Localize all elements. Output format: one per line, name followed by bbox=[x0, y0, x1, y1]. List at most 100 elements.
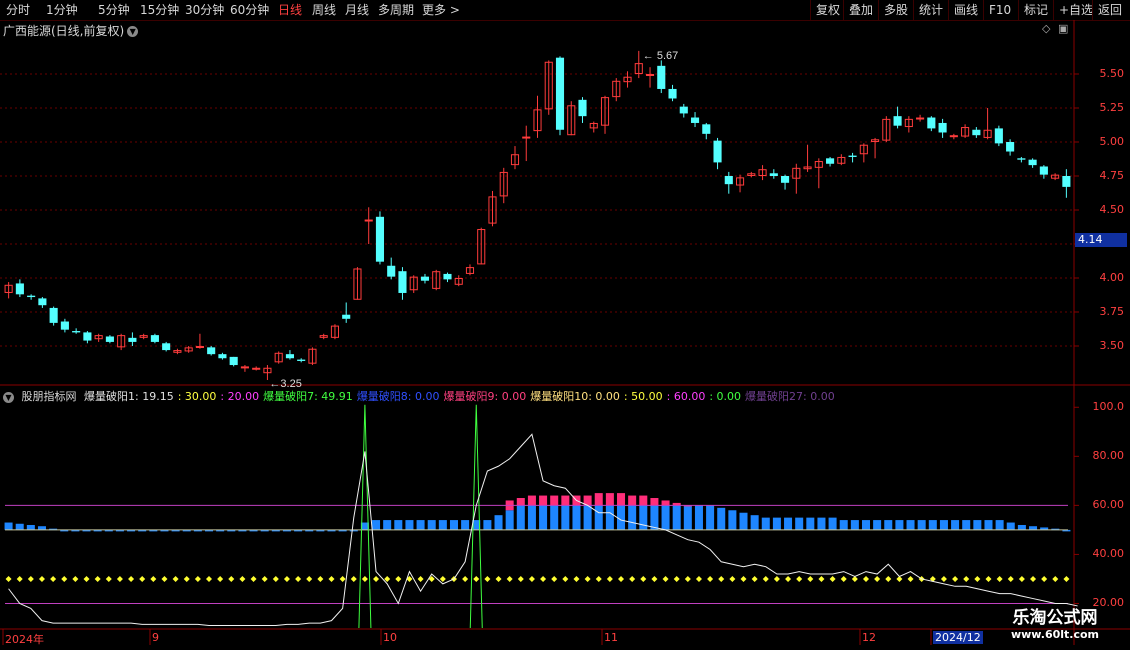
indicator-yellow-dot bbox=[584, 575, 591, 582]
indicator-yellow-dot bbox=[606, 575, 613, 582]
candle-body bbox=[1006, 142, 1015, 152]
indicator-blue-bar bbox=[761, 517, 770, 530]
indicator-tick-label: 100.0 bbox=[1092, 400, 1125, 414]
indicator-value: 爆量破阳8: 0.00 bbox=[356, 390, 440, 403]
indicator-yellow-dot bbox=[996, 575, 1003, 582]
indicator-blue-bar bbox=[550, 505, 559, 530]
candle-body bbox=[27, 295, 36, 298]
indicator-blue-bar bbox=[895, 520, 904, 530]
indicator-yellow-dot bbox=[940, 575, 947, 582]
indicator-yellow-dot bbox=[1041, 575, 1048, 582]
date-tick-label: 9 bbox=[152, 631, 159, 644]
indicator-yellow-dot bbox=[729, 575, 736, 582]
indicator-yellow-dot bbox=[1063, 575, 1070, 582]
indicator-yellow-dot bbox=[462, 575, 469, 582]
current-price-tag: 4.14 bbox=[1075, 233, 1127, 247]
stock-chart[interactable]: ← 5.67←3.25 bbox=[0, 0, 1130, 650]
candle-body bbox=[364, 219, 373, 222]
candle-body bbox=[690, 117, 700, 123]
candle-body bbox=[724, 176, 733, 185]
indicator-yellow-dot bbox=[618, 575, 625, 582]
indicator-blue-bar bbox=[772, 517, 781, 530]
candle-body bbox=[229, 356, 238, 366]
candle-body bbox=[679, 106, 688, 114]
indicator-value: 爆量破阳1: 19.15 bbox=[84, 390, 174, 403]
indicator-yellow-dot bbox=[150, 575, 157, 582]
indicator-blue-bar bbox=[516, 505, 525, 530]
indicator-blue-bar bbox=[4, 522, 13, 530]
indicator-blue-bar bbox=[461, 520, 470, 530]
price-tick-label: 4.00 bbox=[1099, 271, 1125, 284]
indicator-pink-bar bbox=[628, 495, 637, 506]
indicator-blue-bar bbox=[650, 505, 659, 530]
indicator-yellow-dot bbox=[651, 575, 658, 582]
indicator-yellow-dot bbox=[16, 575, 23, 582]
indicator-tick-label: 60.00 bbox=[1092, 498, 1125, 512]
candle-body bbox=[297, 359, 306, 361]
indicator-blue-bar bbox=[561, 505, 570, 530]
candle-body bbox=[555, 57, 565, 130]
indicator-yellow-dot bbox=[27, 575, 34, 582]
indicator-tick-label: 40.00 bbox=[1092, 547, 1125, 561]
candle-body bbox=[1017, 158, 1026, 160]
indicator-value: : 20.00 bbox=[220, 390, 260, 403]
indicator-yellow-dot bbox=[239, 575, 246, 582]
indicator-yellow-dot bbox=[317, 575, 324, 582]
indicator-yellow-dot bbox=[350, 575, 357, 582]
indicator-yellow-dot bbox=[807, 575, 814, 582]
price-tick-label: 5.50 bbox=[1099, 67, 1125, 80]
indicator-blue-bar bbox=[15, 523, 24, 530]
indicator-blue-bar bbox=[449, 520, 458, 530]
indicator-pink-bar bbox=[527, 495, 536, 506]
candle-body bbox=[668, 88, 677, 99]
indicator-blue-bar bbox=[1029, 526, 1038, 530]
indicator-blue-bar bbox=[639, 505, 648, 530]
indicator-blue-bar bbox=[628, 505, 637, 530]
indicator-blue-bar bbox=[984, 520, 993, 530]
indicator-yellow-dot bbox=[283, 575, 290, 582]
indicator-chevron-icon[interactable]: ▼ bbox=[3, 392, 14, 403]
indicator-yellow-dot bbox=[874, 575, 881, 582]
indicator-value: 爆量破阳27: 0.00 bbox=[745, 390, 835, 403]
indicator-header[interactable]: ▼ 股朋指标网 爆量破阳1: 19.15: 30.00: 20.00 爆量破阳7:… bbox=[3, 388, 843, 404]
candle-body bbox=[342, 314, 351, 319]
indicator-yellow-dot bbox=[740, 575, 747, 582]
indicator-blue-bar bbox=[706, 505, 715, 530]
indicator-yellow-dot bbox=[629, 575, 636, 582]
candle-body bbox=[15, 283, 24, 295]
indicator-yellow-dot bbox=[5, 575, 12, 582]
indicator-blue-bar bbox=[806, 517, 815, 530]
candle-body bbox=[150, 335, 159, 342]
candle-body bbox=[128, 337, 137, 342]
candle-body bbox=[893, 116, 902, 126]
indicator-pink-bar bbox=[516, 498, 525, 506]
indicator-blue-bar bbox=[572, 505, 581, 530]
indicator-blue-bar bbox=[1017, 524, 1026, 530]
indicator-yellow-dot bbox=[484, 575, 491, 582]
indicator-yellow-dot bbox=[840, 575, 847, 582]
price-tick-label: 4.75 bbox=[1099, 169, 1125, 182]
candle-body bbox=[420, 276, 430, 281]
indicator-blue-bar bbox=[817, 517, 826, 530]
indicator-yellow-dot bbox=[762, 575, 769, 582]
indicator-blue-bar bbox=[828, 517, 837, 530]
indicator-yellow-dot bbox=[206, 575, 213, 582]
candle-body bbox=[38, 298, 47, 306]
indicator-yellow-dot bbox=[328, 575, 335, 582]
candle-body bbox=[218, 354, 227, 359]
indicator-blue-bar bbox=[850, 520, 859, 530]
indicator-yellow-dot bbox=[952, 575, 959, 582]
indicator-yellow-dot bbox=[261, 575, 268, 582]
candle-body bbox=[49, 307, 58, 323]
indicator-yellow-dot bbox=[562, 575, 569, 582]
indicator-yellow-dot bbox=[373, 575, 380, 582]
indicator-blue-bar bbox=[372, 520, 381, 530]
candle-body bbox=[83, 332, 92, 341]
indicator-blue-bar bbox=[661, 505, 670, 530]
candle-body bbox=[702, 124, 711, 134]
indicator-blue-bar bbox=[605, 505, 614, 530]
indicator-blue-bar bbox=[594, 505, 603, 530]
indicator-yellow-dot bbox=[974, 575, 981, 582]
indicator-pink-bar bbox=[594, 493, 603, 506]
indicator-blue-bar bbox=[995, 520, 1004, 530]
